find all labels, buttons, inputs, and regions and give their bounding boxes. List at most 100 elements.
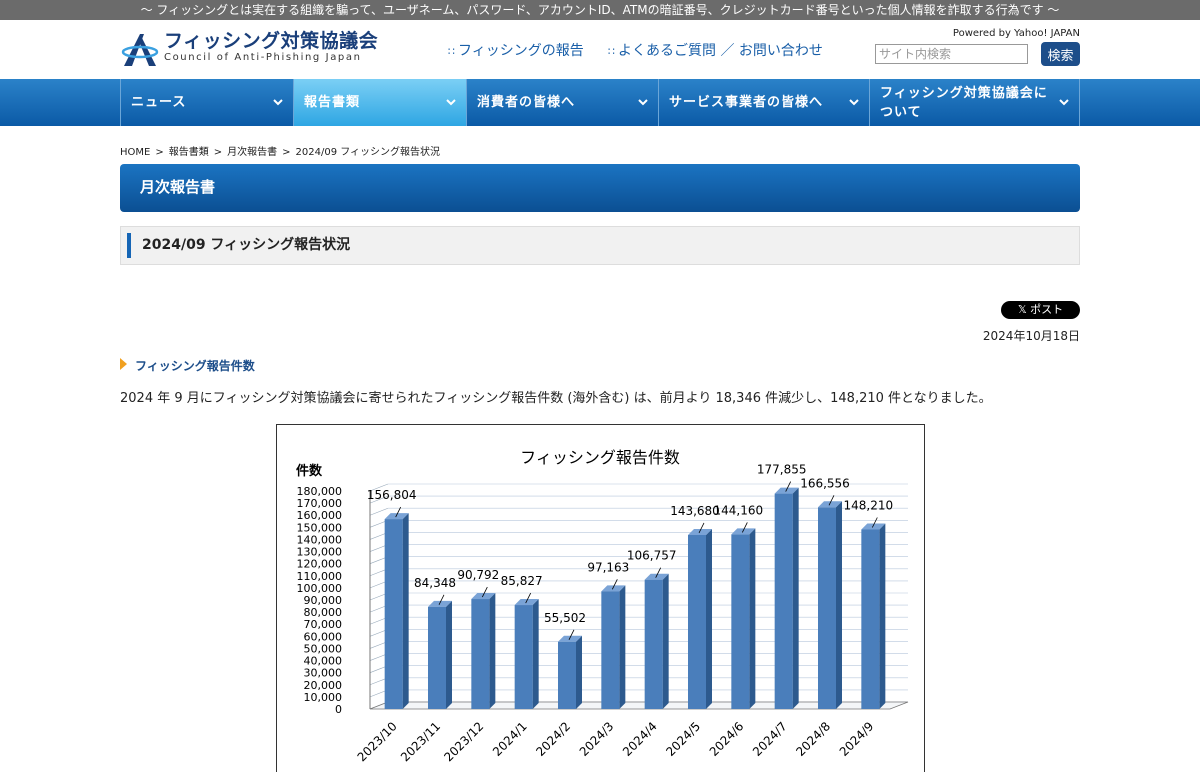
nav-item-label: ニュース	[131, 95, 187, 110]
data-label: 144,160	[714, 503, 764, 517]
y-tick-label: 150,000	[297, 521, 343, 534]
breadcrumb: HOME > 報告書類 > 月次報告書 >2024/09 フィッシング報告状況	[120, 147, 441, 158]
site-header: フィッシング対策協議会 Council of Anti-Phishing Jap…	[120, 20, 1080, 79]
nav-item-news[interactable]: ニュース	[121, 79, 294, 126]
y-tick-label: 170,000	[297, 497, 343, 510]
x-tick-label: 2024/3	[577, 719, 617, 759]
data-label: 55,502	[544, 611, 586, 625]
y-tick-label: 20,000	[304, 679, 343, 692]
nav-item-service-providers[interactable]: サービス事業者の皆様へ	[659, 79, 870, 126]
data-label: 156,804	[367, 488, 417, 502]
breadcrumb-current: 2024/09 フィッシング報告状況	[295, 147, 441, 158]
breadcrumb-monthly[interactable]: 月次報告書	[227, 147, 277, 158]
x-tick-label: 2024/8	[793, 719, 833, 759]
y-tick-label: 50,000	[304, 642, 343, 655]
bar	[558, 641, 576, 709]
x-tick-label: 2023/11	[398, 719, 443, 764]
breadcrumb-home[interactable]: HOME	[120, 147, 150, 158]
bar-side	[576, 635, 582, 709]
data-label: 97,163	[587, 560, 629, 574]
x-tick-label: 2023/10	[355, 719, 400, 764]
y-tick-label: 130,000	[297, 546, 343, 559]
x-tick-label: 2024/1	[490, 719, 530, 759]
nav-item-consumers[interactable]: 消費者の皆様へ	[467, 79, 659, 126]
y-axis-label: 件数	[296, 463, 323, 479]
x-logo-icon: 𝕏	[1017, 303, 1031, 316]
faq-contact-link[interactable]: ∷ よくあるご質問 ／ お問い合わせ	[608, 40, 823, 60]
report-summary-text: 2024 年 9 月にフィッシング対策協議会に寄せられたフィッシング報告件数 (…	[120, 391, 992, 406]
bar-side	[879, 523, 886, 709]
data-label: 90,792	[457, 568, 499, 582]
bar	[818, 507, 836, 709]
chevron-down-icon	[1059, 99, 1069, 106]
x-post-label: ポスト	[1030, 303, 1064, 316]
link-bullet-icon: ∷	[608, 45, 615, 58]
y-tick-label: 60,000	[304, 630, 343, 643]
y-tick-label: 10,000	[304, 691, 343, 704]
y-tick-label: 110,000	[297, 570, 343, 583]
y-tick-label: 140,000	[297, 533, 343, 546]
data-label: 148,210	[844, 499, 894, 513]
publish-date: 2024年10月18日	[982, 329, 1080, 343]
x-tick-label: 2024/9	[837, 719, 877, 759]
nav-item-about[interactable]: フィッシング対策協議会について	[870, 79, 1080, 126]
gridline-side	[369, 507, 389, 516]
nav-item-label: フィッシング対策協議会について	[880, 85, 1048, 120]
report-link-label: フィッシングの報告	[458, 43, 584, 59]
breadcrumb-reports[interactable]: 報告書類	[169, 147, 209, 158]
nav-item-label: 消費者の皆様へ	[477, 95, 576, 110]
bar	[471, 599, 490, 709]
x-tick-label: 2024/4	[620, 719, 660, 759]
top-notice-bar: 〜 フィッシングとは実在する組織を騙って、ユーザネーム、パスワード、アカウントI…	[0, 0, 1200, 20]
y-tick-label: 160,000	[297, 509, 343, 522]
nav-item-label: 報告書類	[304, 95, 361, 110]
bar	[644, 579, 663, 709]
y-tick-label: 180,000	[297, 485, 343, 498]
bar-side	[619, 585, 626, 709]
data-label: 106,757	[627, 549, 677, 563]
search-button[interactable]: 検索	[1041, 42, 1080, 66]
nav-item-label: サービス事業者の皆様へ	[669, 95, 824, 110]
x-tick-label: 2024/6	[707, 719, 747, 759]
bar-side	[792, 487, 799, 709]
nav-item-reports[interactable]: 報告書類	[294, 79, 467, 126]
bar-side	[446, 600, 452, 709]
main-content: HOME > 報告書類 > 月次報告書 >2024/09 フィッシング報告状況 月次報告書…	[120, 143, 1080, 772]
bar	[861, 529, 880, 709]
data-label: 166,556	[800, 476, 850, 490]
y-tick-label: 100,000	[297, 582, 343, 595]
bar-chart-svg: フィッシング報告件数件数 010,00020,00030,00040,00050,…	[296, 448, 909, 764]
bar-side	[836, 501, 842, 709]
logo-mark-icon	[121, 34, 159, 66]
y-tick-label: 40,000	[304, 655, 343, 668]
x-tick-label: 2024/2	[533, 719, 573, 759]
x-post-button[interactable]: 𝕏 ポスト	[1001, 301, 1080, 319]
bar	[731, 534, 750, 709]
bar-side	[532, 599, 539, 709]
bar	[688, 534, 706, 709]
logo-subtitle: Council of Anti-Phishing Japan	[164, 52, 362, 63]
bar	[428, 606, 446, 709]
chevron-down-icon	[849, 99, 859, 106]
section-title: フィッシング報告件数	[120, 357, 255, 374]
site-logo[interactable]: フィッシング対策協議会 Council of Anti-Phishing Jap…	[120, 30, 378, 70]
x-tick-label: 2024/5	[663, 719, 703, 759]
y-tick-label: 90,000	[304, 594, 343, 607]
bar-side	[662, 573, 669, 709]
chevron-down-icon	[273, 99, 283, 106]
data-label: 143,680	[670, 504, 720, 518]
y-tick-label: 120,000	[297, 558, 343, 571]
bar-side	[489, 593, 496, 709]
y-tick-label: 30,000	[304, 667, 343, 680]
bar	[384, 519, 403, 709]
main-nav: ニュース 報告書類 消費者の皆様へ サービス事業者の皆様へ フィッシング対策協議…	[0, 79, 1200, 126]
bar-side	[706, 528, 712, 709]
site-search-input[interactable]	[875, 44, 1028, 64]
y-tick-label: 80,000	[304, 606, 343, 619]
bar-side	[402, 513, 409, 709]
chevron-down-icon	[638, 99, 648, 106]
powered-by-text: Powered by Yahoo! JAPAN	[952, 28, 1080, 39]
faq-contact-link-label: よくあるご質問 ／ お問い合わせ	[618, 43, 823, 59]
report-link[interactable]: ∷ フィッシングの報告	[448, 40, 584, 60]
data-label: 84,348	[414, 576, 456, 590]
